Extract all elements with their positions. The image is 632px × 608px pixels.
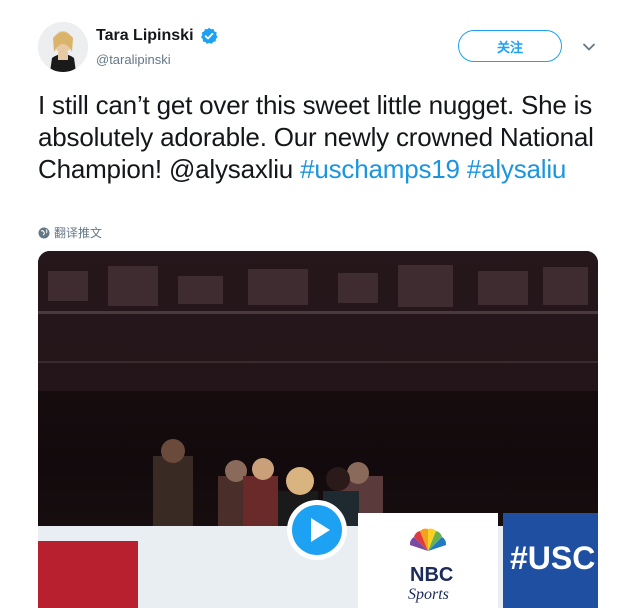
chevron-down-icon[interactable] [582,42,596,52]
profile-photo [38,22,88,72]
nbc-logo-text: NBC [410,564,453,586]
sports-logo-text: Sports [408,586,449,603]
play-icon[interactable] [285,498,349,562]
display-name[interactable]: Tara Lipinski [96,27,194,45]
tweet-text-space [460,154,467,184]
tweet-text: I still can’t get over this sweet little… [38,89,598,185]
translate-label: 翻译推文 [54,226,103,240]
follow-button[interactable]: 关注 [458,30,562,62]
hashtag-uschamps19[interactable]: #uschamps19 [300,154,460,184]
handle[interactable]: @taralipinski [96,52,171,67]
globe-icon [38,227,50,238]
verified-badge-icon [200,27,218,45]
hashtag-alysaliu[interactable]: #alysaliu [467,154,567,184]
translate-tweet-link[interactable]: 翻译推文 [38,224,102,241]
avatar[interactable] [38,22,88,72]
author-name-row: Tara Lipinski [96,27,218,45]
board-text: #USC [510,540,595,576]
